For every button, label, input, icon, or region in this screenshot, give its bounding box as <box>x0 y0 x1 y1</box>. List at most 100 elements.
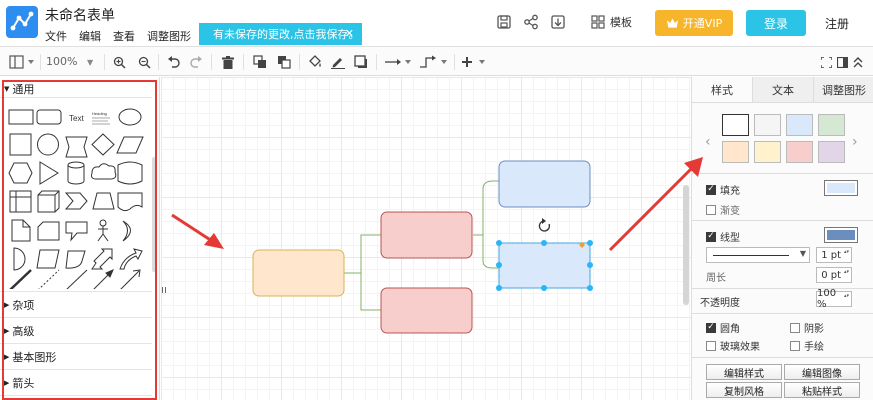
shape-display[interactable] <box>36 249 60 269</box>
panel-toggle-button[interactable] <box>8 53 36 71</box>
tab-style[interactable]: 样式 <box>692 77 752 102</box>
fill-color-button[interactable] <box>307 53 323 71</box>
shape-rectangle[interactable] <box>8 109 34 125</box>
shape-panel-scrollbar[interactable] <box>152 157 157 272</box>
shape-half-circle[interactable] <box>13 247 26 271</box>
shape-square[interactable] <box>9 133 32 156</box>
edit-image-button[interactable]: 编辑图像 <box>784 364 860 380</box>
shape-rounded-rectangle[interactable] <box>36 109 62 125</box>
connection-style-dropdown[interactable] <box>384 53 412 71</box>
gradient-checkbox[interactable] <box>706 204 716 215</box>
shape-step[interactable] <box>64 192 88 210</box>
menu-file[interactable]: 文件 <box>45 28 67 44</box>
register-link[interactable]: 注册 <box>825 15 849 32</box>
shape-manual-input[interactable] <box>65 250 86 269</box>
edit-style-button[interactable]: 编辑样式 <box>706 364 782 380</box>
shape-line-thick[interactable] <box>9 269 32 289</box>
fill-color-picker[interactable] <box>824 180 858 196</box>
chevron-right-icon[interactable]: › <box>852 134 858 150</box>
menu-edit[interactable]: 编辑 <box>79 28 101 44</box>
line-width-input[interactable]: 1 pt <box>816 247 852 263</box>
glass-checkbox[interactable] <box>706 340 716 351</box>
node-branch-top[interactable] <box>380 211 473 259</box>
shape-note[interactable] <box>11 219 31 242</box>
shape-heading[interactable]: Heading <box>92 111 107 116</box>
shape-triangle[interactable] <box>39 161 59 185</box>
shape-circle[interactable] <box>37 133 59 156</box>
node-leaf-top[interactable] <box>498 160 591 208</box>
insert-dropdown[interactable] <box>461 53 489 71</box>
paste-style-button[interactable]: 粘贴样式 <box>784 382 860 398</box>
waypoint-style-dropdown[interactable] <box>418 53 448 71</box>
connector-top-to-children[interactable] <box>473 180 499 269</box>
diagram-canvas[interactable] <box>161 77 691 400</box>
shape-rhombus[interactable] <box>91 133 115 156</box>
shape-arrow-line-open[interactable] <box>120 269 141 289</box>
close-icon[interactable]: ✕ <box>345 27 354 40</box>
shape-parallelogram[interactable] <box>116 136 144 154</box>
shape-card[interactable] <box>37 221 60 241</box>
shape-trapezoid[interactable] <box>92 192 115 210</box>
shape-process[interactable] <box>65 136 88 158</box>
shape-or[interactable] <box>122 220 131 242</box>
perimeter-input[interactable]: 0 pt <box>816 267 852 283</box>
canvas-scrollbar[interactable] <box>683 185 689 305</box>
unsaved-changes-banner[interactable]: 有未保存的更改,点击我保存。 ✕ <box>199 23 362 45</box>
node-branch-bottom[interactable] <box>380 287 473 334</box>
section-general[interactable]: ▼ 通用 <box>4 81 34 97</box>
section-arrows[interactable]: ▶ 箭头 <box>4 375 34 391</box>
zoom-out-button[interactable] <box>136 53 152 71</box>
shape-internal-storage[interactable] <box>9 190 32 213</box>
chevron-left-icon[interactable]: ‹ <box>705 134 711 150</box>
shape-line-dashed[interactable] <box>38 269 60 289</box>
collapse-button[interactable] <box>851 53 865 71</box>
rotate-icon[interactable] <box>538 218 551 232</box>
line-pattern-select[interactable]: ▼ <box>706 247 810 263</box>
shadow-checkbox[interactable] <box>790 322 800 333</box>
menu-view[interactable]: 查看 <box>113 28 135 44</box>
section-misc[interactable]: ▶ 杂项 <box>4 297 34 313</box>
style-swatch[interactable] <box>818 114 845 136</box>
delete-button[interactable] <box>220 53 236 71</box>
undo-button[interactable] <box>165 53 181 71</box>
share-icon[interactable] <box>523 14 539 30</box>
shape-cylinder[interactable] <box>67 161 85 185</box>
download-icon[interactable] <box>550 14 566 30</box>
template-button[interactable]: 模板 <box>590 14 632 30</box>
shape-hexagon[interactable] <box>8 162 33 184</box>
shape-document[interactable] <box>117 192 143 212</box>
copy-style-button[interactable]: 复制风格 <box>706 382 782 398</box>
shape-cloud[interactable] <box>91 163 117 180</box>
shape-cube[interactable] <box>37 190 60 213</box>
line-color-picker[interactable] <box>824 227 858 243</box>
style-swatch[interactable] <box>818 141 845 163</box>
redo-button[interactable] <box>188 53 204 71</box>
login-button[interactable]: 登录 <box>746 10 806 36</box>
shape-ellipse[interactable] <box>118 108 142 126</box>
style-swatch[interactable] <box>786 114 813 136</box>
style-swatch[interactable] <box>754 141 781 163</box>
section-basic-shapes[interactable]: ▶ 基本图形 <box>4 349 56 365</box>
style-swatch[interactable] <box>722 141 749 163</box>
connector-root-to-bottom[interactable] <box>360 273 381 311</box>
shadow-button[interactable] <box>353 53 369 71</box>
to-front-button[interactable] <box>252 53 268 71</box>
to-back-button[interactable] <box>276 53 292 71</box>
section-advanced[interactable]: ▶ 高级 <box>4 323 34 339</box>
node-leaf-selected[interactable] <box>498 242 591 289</box>
style-swatch[interactable] <box>722 114 749 136</box>
style-swatch[interactable] <box>754 114 781 136</box>
shape-callout[interactable] <box>65 221 88 242</box>
shape-tape[interactable] <box>117 161 143 185</box>
shape-line[interactable] <box>66 269 88 289</box>
node-root[interactable] <box>252 249 345 297</box>
connector-root-to-top[interactable] <box>344 234 381 274</box>
line-checkbox[interactable]: ✓ <box>706 231 716 242</box>
fill-checkbox[interactable]: ✓ <box>706 184 716 195</box>
rounded-checkbox[interactable]: ✓ <box>706 322 716 333</box>
shape-arrow-line[interactable] <box>93 269 114 289</box>
zoom-dropdown[interactable]: 100% ▼ <box>46 55 93 68</box>
splitter-handle[interactable] <box>161 270 169 310</box>
shape-double-arrow[interactable] <box>91 248 113 270</box>
style-swatch[interactable] <box>786 141 813 163</box>
